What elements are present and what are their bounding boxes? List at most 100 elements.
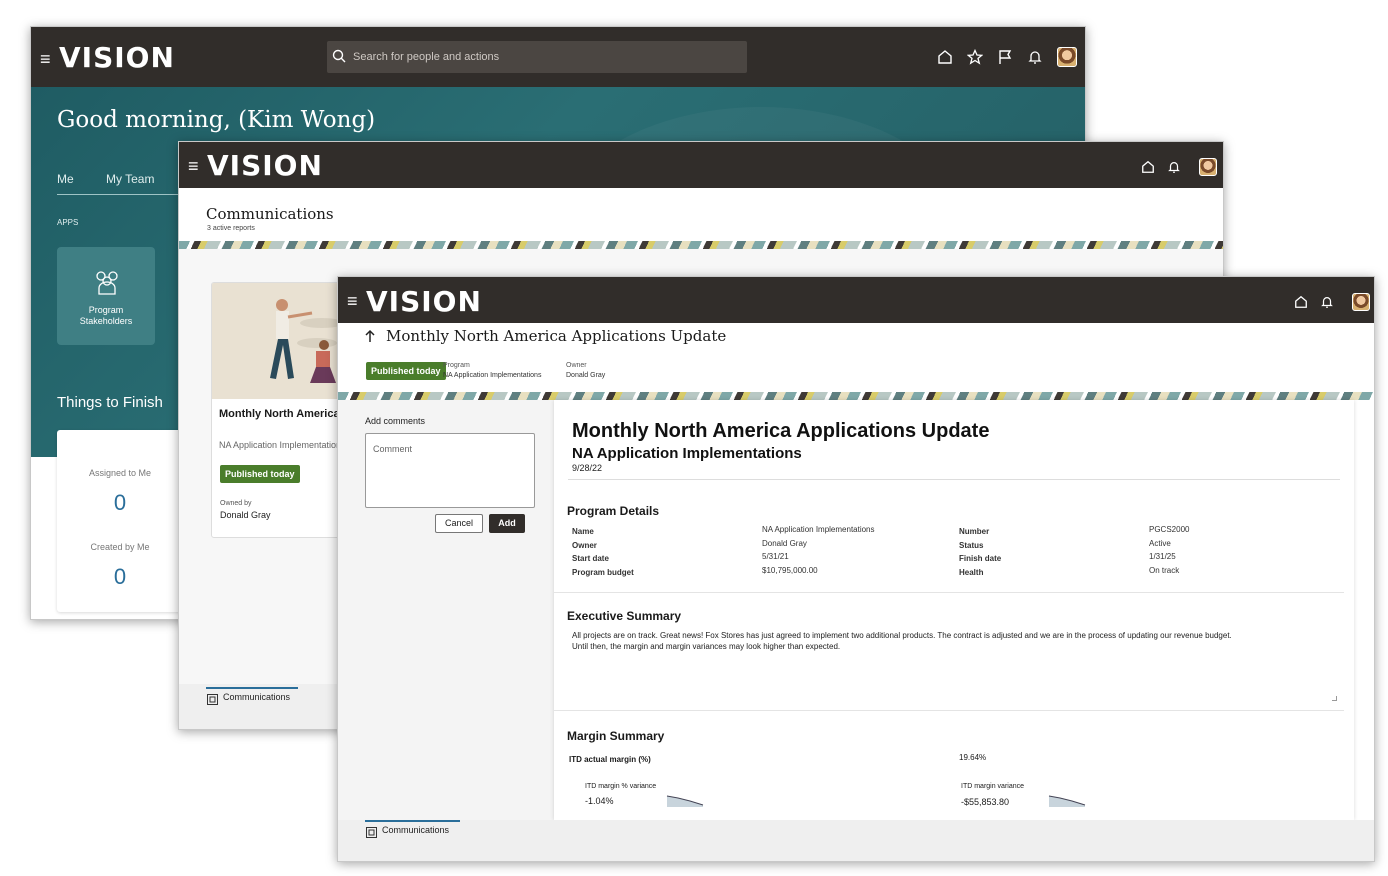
program-details-heading: Program Details (567, 504, 660, 518)
detail-value-number: PGCS2000 (1149, 525, 1190, 534)
home-icon[interactable] (937, 49, 953, 65)
assigned-to-me-count[interactable]: 0 (57, 490, 183, 516)
report-header-title: Monthly North America Applications Updat… (386, 327, 727, 345)
report-title: Monthly North America Applications Updat… (572, 420, 990, 442)
itd-margin-pct-variance-value: -1.04% (585, 796, 614, 806)
footer-tab-communications[interactable]: Communications (206, 687, 298, 707)
variance-sparkline-icon (1048, 794, 1086, 812)
favorites-star-icon[interactable] (967, 49, 983, 65)
tabs-underline (57, 194, 181, 195)
decorative-band (179, 241, 1223, 249)
things-to-finish-heading: Things to Finish (57, 394, 163, 411)
margin-summary-heading: Margin Summary (567, 729, 665, 743)
app-tile-label: Program Stakeholders (79, 305, 133, 326)
notifications-bell-icon[interactable] (1320, 295, 1334, 309)
home-icon[interactable] (1141, 160, 1155, 174)
home-topbar: ≡ VISION Search for people and actions (31, 27, 1085, 87)
apps-label: APPS (57, 218, 79, 227)
greeting-heading: Good morning, (Kim Wong) (57, 107, 376, 133)
program-value: NA Application Implementations (443, 372, 542, 379)
detail-value-status: Active (1149, 539, 1171, 548)
things-to-finish-card: Assigned to Me 0 Created by Me 0 (57, 430, 183, 612)
communications-topbar: ≡ VISION (179, 142, 1223, 188)
created-by-me-label: Created by Me (90, 542, 150, 552)
hamburger-menu-icon[interactable]: ≡ (40, 50, 51, 68)
back-arrow-icon[interactable] (364, 329, 376, 348)
notifications-bell-icon[interactable] (1167, 160, 1181, 174)
detail-label-finish-date: Finish date (959, 554, 1002, 563)
footer-bar (338, 820, 1374, 861)
executive-summary-heading: Executive Summary (567, 609, 682, 623)
detail-value-owner: Donald Gray (762, 539, 807, 548)
footer-tab-label: Communications (382, 825, 450, 835)
owned-by-label: Owned by (220, 500, 252, 507)
notifications-bell-icon[interactable] (1027, 49, 1043, 65)
add-button[interactable]: Add (489, 514, 525, 533)
detail-label-name: Name (572, 527, 594, 536)
home-icon[interactable] (1294, 295, 1308, 309)
divider (568, 479, 1340, 480)
assigned-to-me-label: Assigned to Me (88, 468, 152, 478)
search-placeholder: Search for people and actions (353, 51, 500, 63)
report-date: 9/28/22 (572, 463, 603, 473)
footer-tab-label: Communications (223, 692, 291, 702)
vision-logo: VISION (366, 285, 482, 318)
detail-value-health: On track (1149, 566, 1180, 575)
page-title: Communications (206, 205, 334, 223)
published-badge: Published today (366, 362, 446, 380)
report-document: Monthly North America Applications Updat… (554, 400, 1354, 820)
owner-value: Donald Gray (566, 372, 606, 379)
hamburger-menu-icon[interactable]: ≡ (188, 157, 199, 175)
comment-placeholder: Comment (373, 444, 413, 454)
report-subtitle: NA Application Implementations (572, 445, 802, 462)
report-card-owner: Donald Gray (220, 510, 271, 520)
comments-panel: Add comments Comment Cancel Add (338, 400, 554, 820)
communications-tab-icon (366, 825, 377, 843)
program-label: Program (443, 362, 470, 369)
report-window: ≡ VISION Monthly North America Applicati… (337, 276, 1375, 862)
tab-my-team[interactable]: My Team (106, 172, 154, 186)
user-avatar[interactable] (1057, 47, 1077, 67)
detail-label-budget: Program budget (572, 568, 634, 577)
detail-label-start-date: Start date (572, 554, 609, 563)
divider (554, 592, 1344, 593)
decorative-band (338, 392, 1374, 400)
itd-margin-pct-variance-label: ITD margin % variance (585, 783, 657, 790)
executive-summary-text-line-1: All projects are on track. Great news! F… (572, 631, 1232, 640)
app-tile-program-stakeholders[interactable]: Program Stakeholders (57, 247, 155, 345)
detail-label-status: Status (959, 541, 984, 550)
resize-handle-icon[interactable] (1332, 696, 1337, 701)
user-avatar[interactable] (1352, 293, 1370, 311)
communications-tab-icon (207, 692, 218, 710)
detail-value-finish-date: 1/31/25 (1149, 552, 1176, 561)
people-group-icon (92, 269, 122, 300)
detail-label-health: Health (959, 568, 984, 577)
vision-logo: VISION (59, 41, 175, 74)
detail-label-owner: Owner (572, 541, 597, 550)
cancel-button[interactable]: Cancel (435, 514, 483, 533)
vision-logo: VISION (207, 149, 323, 182)
user-avatar[interactable] (1199, 158, 1217, 176)
active-reports-count: 3 active reports (207, 225, 255, 232)
owner-label: Owner (566, 362, 587, 369)
tab-me[interactable]: Me (57, 172, 74, 186)
footer-tab-communications[interactable]: Communications (365, 820, 460, 840)
flag-icon[interactable] (997, 49, 1013, 65)
comment-textarea[interactable]: Comment (365, 433, 535, 508)
search-input[interactable]: Search for people and actions (327, 41, 747, 73)
itd-actual-margin-label: ITD actual margin (%) (569, 755, 651, 764)
report-topbar: ≡ VISION (338, 277, 1374, 323)
pct-variance-sparkline-icon (666, 794, 704, 812)
detail-value-budget: $10,795,000.00 (762, 566, 818, 575)
hamburger-menu-icon[interactable]: ≡ (347, 292, 358, 310)
detail-value-name: NA Application Implementations (762, 525, 875, 534)
divider (554, 710, 1344, 711)
detail-value-start-date: 5/31/21 (762, 552, 789, 561)
add-comments-heading: Add comments (365, 416, 426, 426)
created-by-me-count[interactable]: 0 (57, 564, 183, 590)
search-icon (332, 49, 346, 68)
itd-actual-margin-value: 19.64% (959, 753, 987, 762)
detail-label-number: Number (959, 527, 990, 536)
executive-summary-text-line-2: Until then, the margin and margin varian… (572, 642, 841, 651)
itd-margin-variance-value: -$55,853.80 (961, 797, 1010, 807)
